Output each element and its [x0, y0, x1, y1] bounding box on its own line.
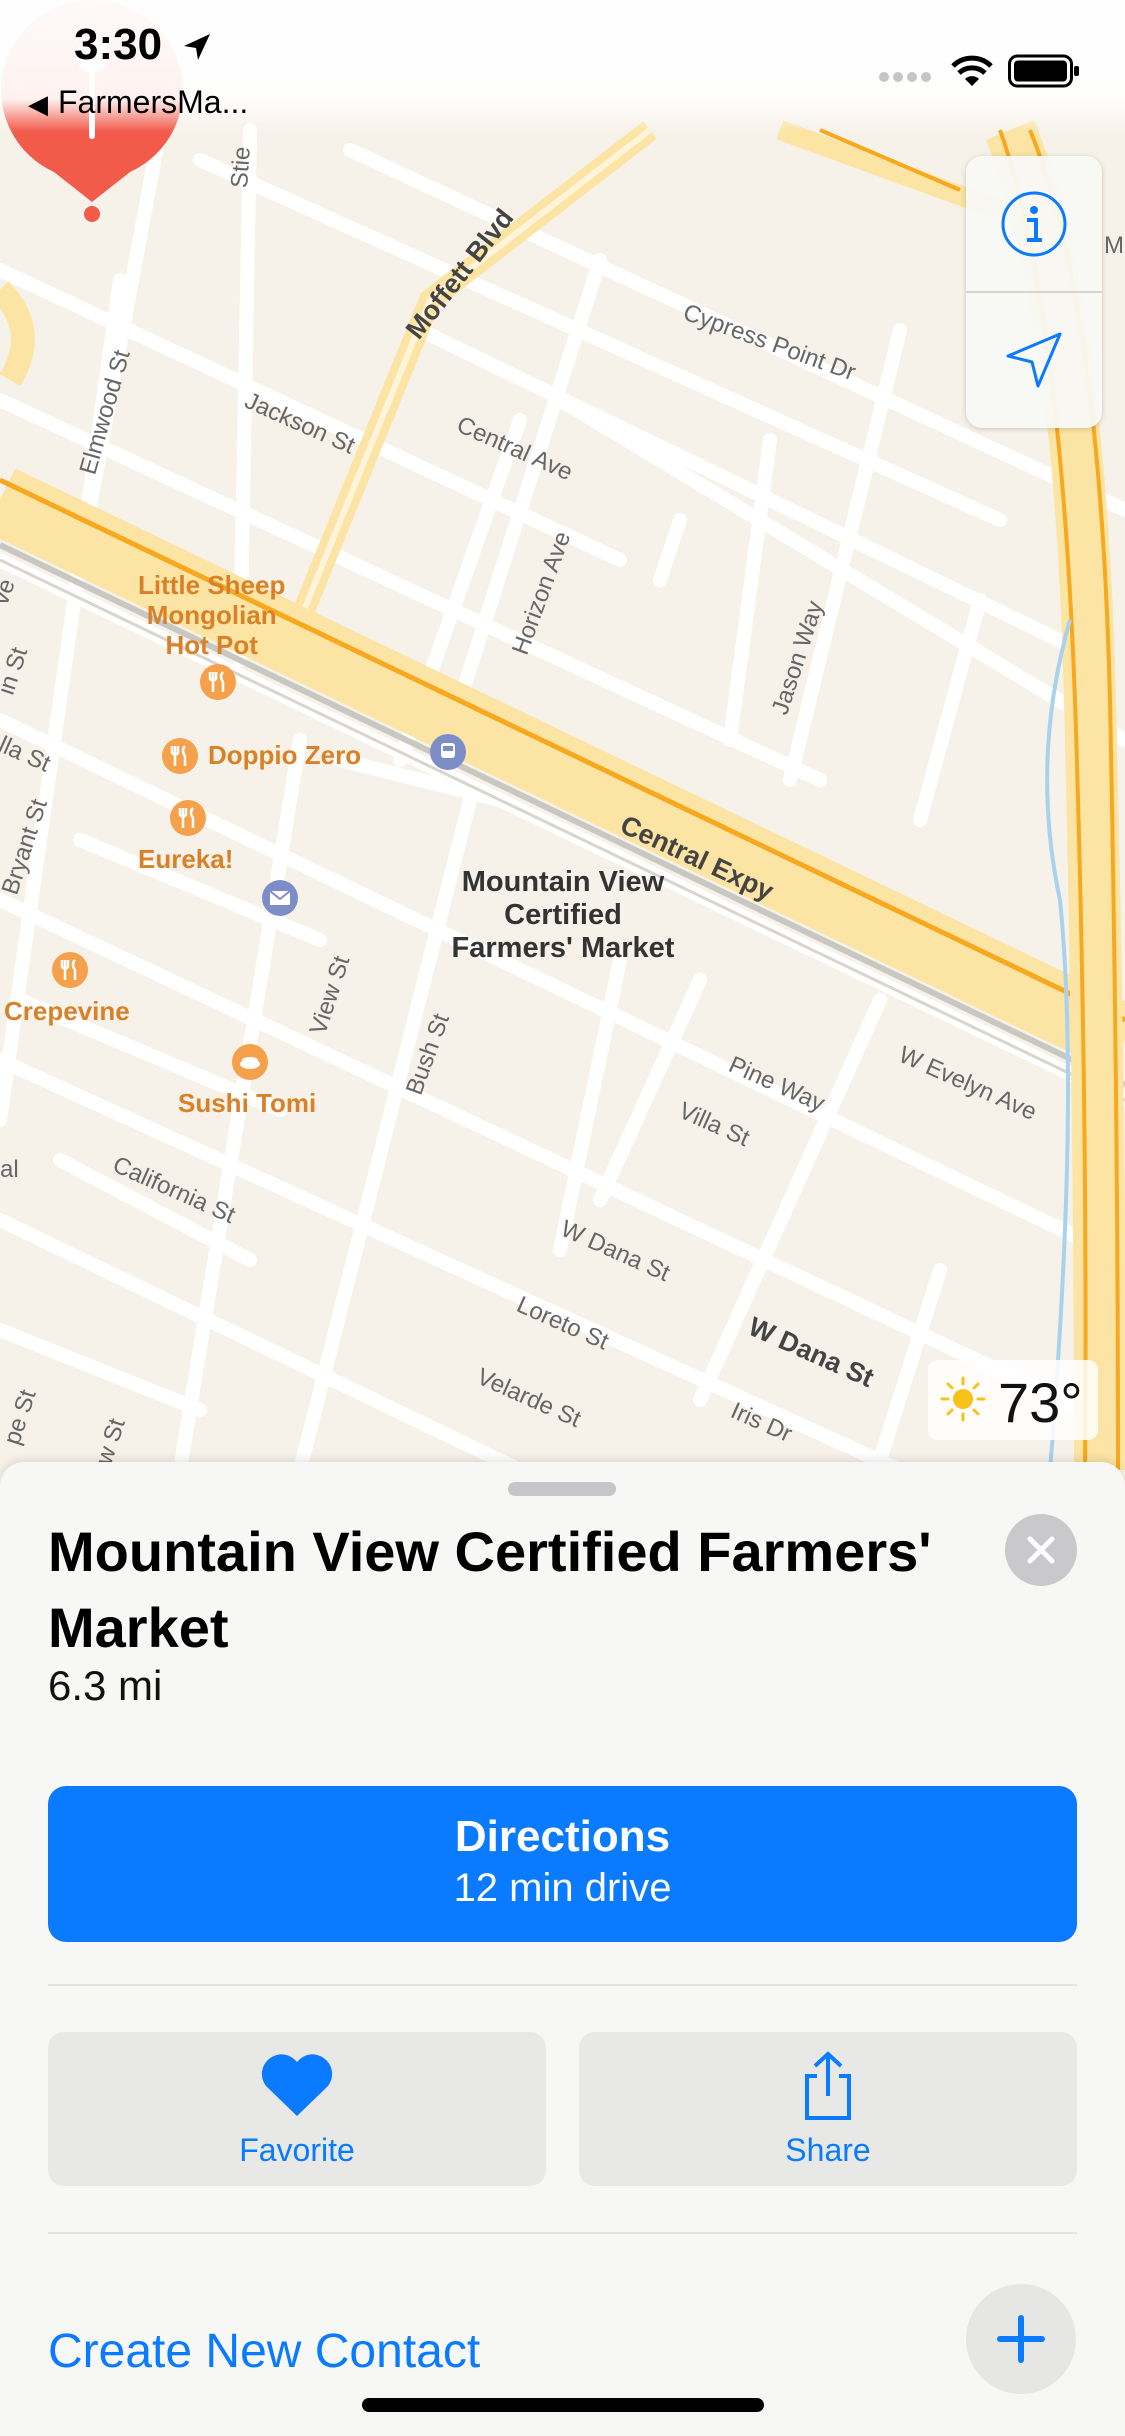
- map-controls: [966, 156, 1102, 428]
- status-bar: 3:30 ◀ FarmersMa...: [0, 0, 1125, 132]
- share-button[interactable]: Share: [579, 2032, 1077, 2186]
- back-to-app-button[interactable]: ◀ FarmersMa...: [28, 84, 248, 121]
- poi-label-line: Little Sheep: [138, 570, 286, 600]
- status-time: 3:30: [74, 20, 163, 69]
- share-label: Share: [785, 2132, 871, 2168]
- create-contact-link[interactable]: Create New Contact: [48, 2324, 480, 2379]
- favorite-button[interactable]: Favorite: [48, 2032, 546, 2186]
- back-triangle-icon: ◀: [28, 89, 48, 119]
- controls-divider: [966, 291, 1102, 293]
- location-arrow-icon: [184, 34, 210, 60]
- map-view[interactable]: Moffett Blvd Cypress Point Dr Jackson St…: [0, 0, 1125, 1470]
- train-icon[interactable]: [430, 734, 466, 770]
- restaurant-icon[interactable]: [52, 952, 88, 988]
- close-button[interactable]: [1005, 1514, 1077, 1586]
- poi-label-doppio-zero[interactable]: Doppio Zero: [208, 740, 361, 771]
- weather-badge: 73°: [928, 1360, 1098, 1440]
- poi-label-sushi-tomi[interactable]: Sushi Tomi: [178, 1088, 316, 1119]
- back-app-label: FarmersMa...: [58, 84, 249, 120]
- battery-icon: [1008, 54, 1079, 88]
- pin-label: Mountain View Certified Farmers' Market: [420, 866, 706, 965]
- pin-label-line: Farmers' Market: [451, 932, 675, 964]
- favorite-label: Favorite: [239, 2132, 355, 2168]
- restaurant-icon[interactable]: [162, 738, 198, 774]
- sheet-grabber[interactable]: [508, 1482, 616, 1496]
- mail-icon[interactable]: [262, 880, 298, 916]
- sushi-icon[interactable]: [232, 1044, 268, 1080]
- directions-button[interactable]: Directions 12 min drive: [48, 1786, 1077, 1942]
- divider: [48, 2232, 1077, 2234]
- street-label: M: [1104, 232, 1124, 259]
- restaurant-icon[interactable]: [170, 800, 206, 836]
- street-label: Stie: [226, 145, 256, 189]
- plus-icon: [997, 2315, 1045, 2363]
- street-label: al: [0, 1156, 19, 1183]
- add-contact-button[interactable]: [966, 2284, 1076, 2394]
- cellular-signal-icon: [879, 72, 931, 82]
- place-card: Mountain View Certified Farmers' Market …: [0, 1462, 1125, 2436]
- pin-label-line: Certified: [504, 899, 622, 931]
- wifi-icon: [951, 55, 993, 86]
- place-distance: 6.3 mi: [48, 1662, 163, 1709]
- location-arrow-icon[interactable]: [1002, 328, 1066, 392]
- place-title: Mountain View Certified Farmers' Market: [48, 1520, 932, 1659]
- poi-label-crepevine[interactable]: Crepevine: [4, 996, 130, 1027]
- directions-label: Directions: [454, 1812, 671, 1861]
- weather-temp: 73°: [998, 1371, 1083, 1434]
- pin-label-line: Mountain View: [461, 866, 665, 898]
- poi-label-eureka[interactable]: Eureka!: [138, 844, 233, 875]
- sun-icon: [940, 1376, 986, 1422]
- home-indicator[interactable]: [362, 2398, 764, 2412]
- directions-eta: 12 min drive: [453, 1866, 672, 1910]
- close-icon: [1027, 1536, 1055, 1564]
- divider: [48, 1984, 1077, 1986]
- heart-icon: [261, 2054, 333, 2116]
- poi-label-little-sheep[interactable]: Little Sheep Mongolian Hot Pot: [138, 570, 285, 660]
- share-icon: [805, 2051, 851, 2120]
- poi-label-line: Mongolian: [146, 600, 277, 630]
- info-icon[interactable]: [1000, 190, 1068, 258]
- restaurant-icon[interactable]: [200, 664, 236, 700]
- poi-label-line: Hot Pot: [165, 630, 258, 660]
